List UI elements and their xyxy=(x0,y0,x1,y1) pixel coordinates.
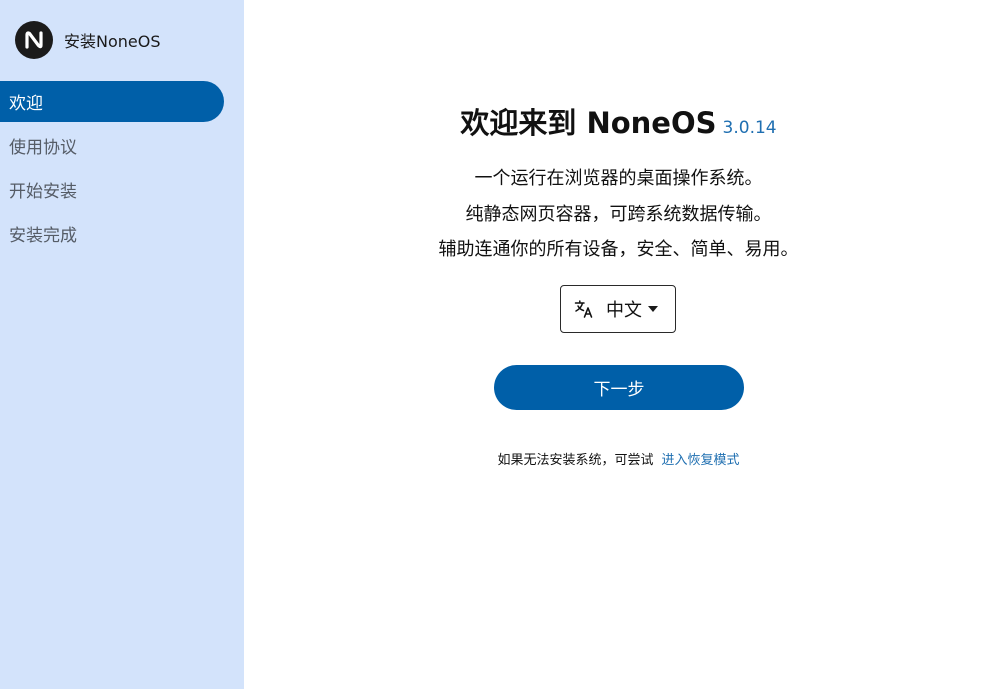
sidebar-item-welcome[interactable]: 欢迎 xyxy=(0,81,224,122)
noneos-logo-icon xyxy=(15,21,53,59)
translate-icon xyxy=(574,299,594,319)
caret-down-icon xyxy=(648,306,658,312)
description-line: 纯静态网页容器，可跨系统数据传输。 xyxy=(465,204,772,225)
recovery-hint-text: 如果无法安装系统，可尝试 xyxy=(497,453,654,468)
app-title: 安装NoneOS xyxy=(64,32,161,51)
brand: 安装NoneOS xyxy=(15,21,161,59)
sidebar-nav: 欢迎 使用协议 开始安装 安装完成 xyxy=(0,81,224,257)
page-title: 欢迎来到 NoneOS xyxy=(460,106,717,140)
description-line: 辅助连通你的所有设备，安全、简单、易用。 xyxy=(438,239,799,260)
language-value: 中文 xyxy=(606,300,642,321)
installer-window: 安装NoneOS 欢迎 使用协议 开始安装 安装完成 欢迎来到 NoneOS 3.… xyxy=(0,0,993,689)
recovery-mode-link[interactable]: 进入恢复模式 xyxy=(662,453,740,468)
next-step-button[interactable]: 下一步 xyxy=(494,365,744,410)
recovery-hint: 如果无法安装系统，可尝试 进入恢复模式 xyxy=(244,449,993,468)
sidebar-item-license[interactable]: 使用协议 xyxy=(0,125,224,166)
sidebar: 安装NoneOS 欢迎 使用协议 开始安装 安装完成 xyxy=(0,0,244,689)
description-line: 一个运行在浏览器的桌面操作系统。 xyxy=(474,168,763,189)
sidebar-item-install[interactable]: 开始安装 xyxy=(0,169,224,210)
sidebar-item-complete[interactable]: 安装完成 xyxy=(0,213,224,254)
main-content: 欢迎来到 NoneOS 3.0.14 一个运行在浏览器的桌面操作系统。 纯静态网页… xyxy=(244,0,993,689)
version-label: 3.0.14 xyxy=(722,118,777,138)
language-select[interactable]: 中文 xyxy=(560,285,676,333)
welcome-heading: 欢迎来到 NoneOS 3.0.14 xyxy=(244,100,993,142)
